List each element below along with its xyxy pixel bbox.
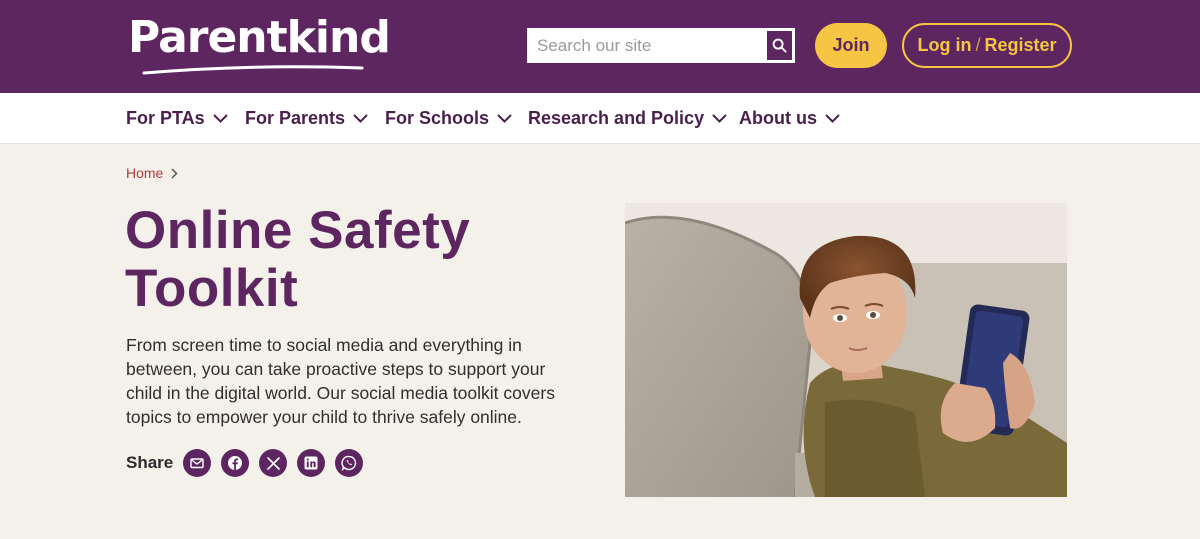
share-bar: Share [126, 449, 373, 477]
nav-item-research-and-policy[interactable]: Research and Policy [528, 93, 727, 144]
share-x-button[interactable] [259, 449, 288, 477]
nav-item-about-us[interactable]: About us [739, 93, 840, 144]
page-title: Online Safety Toolkit [125, 201, 471, 318]
chevron-down-icon [712, 114, 727, 123]
facebook-icon [228, 456, 243, 470]
nav-item-label: Research and Policy [528, 108, 705, 128]
search-input[interactable] [529, 30, 766, 61]
login-label: Log in [917, 35, 972, 55]
email-icon [190, 458, 204, 469]
hero-image [625, 203, 1067, 497]
share-linkedin-button[interactable] [297, 449, 326, 477]
whatsapp-icon [341, 455, 357, 471]
chevron-right-icon [171, 167, 178, 179]
nav-item-for-schools[interactable]: For Schools [385, 93, 512, 144]
nav-item-label: For PTAs [126, 108, 205, 128]
share-whatsapp-button[interactable] [335, 449, 364, 477]
nav-item-label: About us [739, 108, 817, 128]
join-label: Join [832, 35, 870, 55]
share-facebook-button[interactable] [221, 449, 250, 477]
nav-item-label: For Schools [385, 108, 490, 128]
join-button[interactable]: Join [815, 23, 887, 68]
site-search [527, 28, 795, 63]
chevron-down-icon [212, 114, 228, 123]
search-icon [772, 38, 787, 53]
nav-item-label: For Parents [245, 108, 346, 128]
top-header: Parentkind Join Log in / Register [0, 0, 1200, 93]
x-icon [266, 456, 280, 470]
chevron-down-icon [353, 114, 368, 123]
boy-on-sofa-with-smartphone-image [625, 203, 1067, 497]
login-separator: / [975, 35, 981, 55]
logo-swoosh-icon [142, 65, 364, 75]
nav-item-for-ptas[interactable]: For PTAs [126, 93, 228, 144]
search-button[interactable] [766, 30, 793, 61]
share-label: Share [126, 453, 174, 472]
nav-item-for-parents[interactable]: For Parents [245, 93, 368, 144]
logo-wordmark: Parentkind [128, 12, 391, 63]
login-register-button[interactable]: Log in / Register [902, 23, 1072, 68]
chevron-down-icon [497, 114, 512, 123]
parentkind-logo[interactable]: Parentkind [128, 12, 391, 76]
breadcrumb: Home [126, 165, 178, 181]
share-email-button[interactable] [183, 449, 212, 477]
breadcrumb-home-link[interactable]: Home [126, 165, 163, 181]
linkedin-icon [304, 456, 318, 470]
chevron-down-icon [825, 114, 840, 123]
intro-text: From screen time to social media and eve… [126, 335, 555, 427]
register-label: Register [984, 35, 1057, 55]
main-nav: For PTAs For Parents For Schools Researc… [0, 93, 1200, 144]
